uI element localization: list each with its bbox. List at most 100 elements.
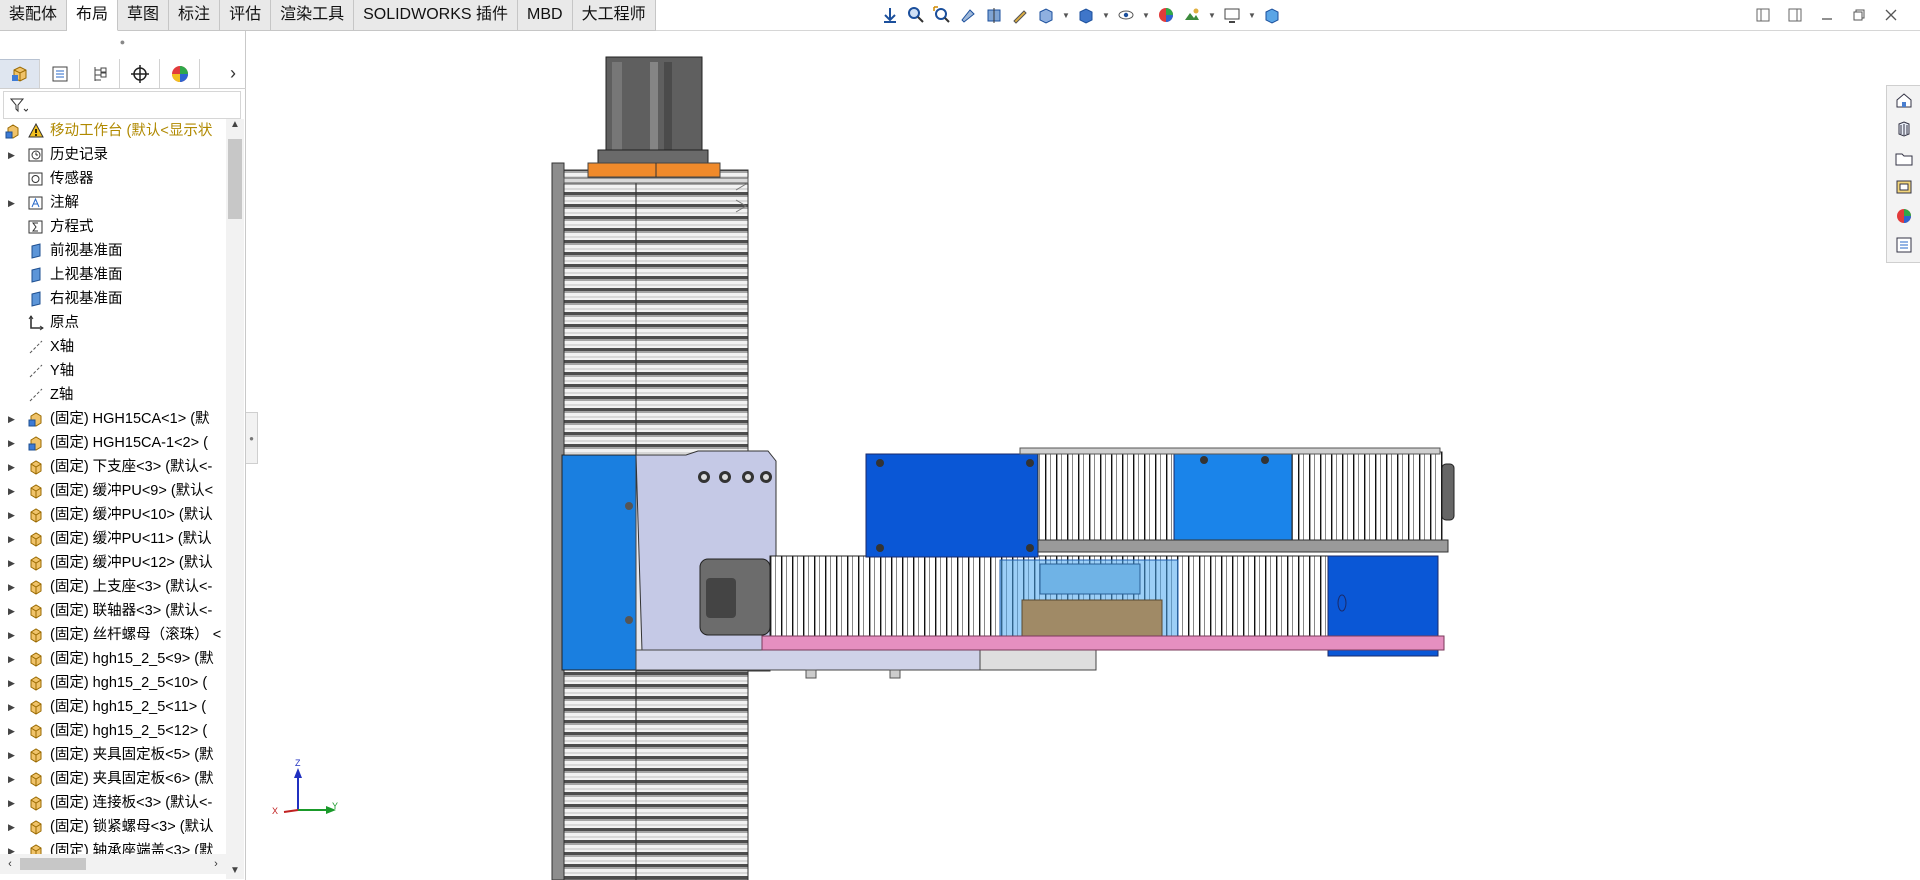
expand-arrow-icon[interactable]: ▶ xyxy=(8,647,15,671)
tree-item[interactable]: ▶ (固定) 缓冲PU<9> (默认< xyxy=(0,479,226,503)
expand-arrow-icon[interactable]: ▶ xyxy=(8,695,15,719)
tree-item[interactable]: 原点 xyxy=(0,311,226,335)
chevron-down-icon[interactable]: ▼ xyxy=(226,865,244,879)
tree-item[interactable]: ▶ (固定) 锁紧螺母<3> (默认 xyxy=(0,815,226,839)
edit-appearance-icon[interactable] xyxy=(1156,5,1176,25)
tree-item[interactable]: ▶ (固定) 缓冲PU<10> (默认 xyxy=(0,503,226,527)
chevron-right-icon[interactable]: › xyxy=(208,854,224,874)
property-manager-icon[interactable] xyxy=(40,59,80,88)
tree-item[interactable]: ▶ (固定) 联轴器<3> (默认<- xyxy=(0,599,226,623)
tab-0[interactable]: 装配体 xyxy=(0,0,68,31)
tree-item[interactable]: ▶ (固定) hgh15_2_5<11> ( xyxy=(0,695,226,719)
apply-scene-dropdown[interactable]: ▼ xyxy=(1208,5,1216,25)
view-orient-icon[interactable] xyxy=(880,5,900,25)
tree-item[interactable]: ▶ (固定) hgh15_2_5<10> ( xyxy=(0,671,226,695)
tab-1[interactable]: 布局 xyxy=(67,0,119,31)
view-palette-icon[interactable] xyxy=(1893,176,1915,198)
dimxpert-icon[interactable] xyxy=(120,59,160,88)
expand-arrow-icon[interactable]: ▶ xyxy=(8,719,15,743)
expand-arrow-icon[interactable]: ▶ xyxy=(8,671,15,695)
tab-7[interactable]: MBD xyxy=(518,0,573,31)
section-view-icon[interactable] xyxy=(984,5,1004,25)
feature-filter-input[interactable] xyxy=(3,91,241,119)
tree-item[interactable]: ▶ (固定) 连接板<3> (默认<- xyxy=(0,791,226,815)
expand-arrow-icon[interactable]: ▶ xyxy=(8,191,15,215)
design-library-icon[interactable] xyxy=(1893,118,1915,140)
apply-scene-icon[interactable] xyxy=(1182,5,1202,25)
tree-item[interactable]: ▶ (固定) 夹具固定板<5> (默 xyxy=(0,743,226,767)
tree-vertical-scrollbar[interactable]: ▲ ▼ xyxy=(226,119,244,879)
chevron-left-icon[interactable]: ‹ xyxy=(2,854,18,874)
zoom-to-fit-icon[interactable] xyxy=(906,5,926,25)
tree-item[interactable]: ▶ (固定) 缓冲PU<12> (默认 xyxy=(0,551,226,575)
feature-manager-icon[interactable] xyxy=(0,59,40,88)
tab-4[interactable]: 评估 xyxy=(220,0,272,31)
tree-item[interactable]: ▶ (固定) HGH15CA<1> (默 xyxy=(0,407,226,431)
view-orientation-dropdown[interactable]: ▼ xyxy=(1062,5,1070,25)
tree-item[interactable]: X轴 xyxy=(0,335,226,359)
tab-6[interactable]: SOLIDWORKS 插件 xyxy=(354,0,519,31)
tab-3[interactable]: 标注 xyxy=(169,0,221,31)
display-style-dropdown[interactable]: ▼ xyxy=(1102,5,1110,25)
tab-5[interactable]: 渲染工具 xyxy=(271,0,355,31)
zoom-area-icon[interactable] xyxy=(932,5,952,25)
tree-item[interactable]: ▶ (固定) 缓冲PU<11> (默认 xyxy=(0,527,226,551)
expand-arrow-icon[interactable]: ▶ xyxy=(8,551,15,575)
dynamic-annotation-icon[interactable] xyxy=(1010,5,1030,25)
expand-arrow-icon[interactable]: ▶ xyxy=(8,815,15,839)
display-icon[interactable] xyxy=(1262,5,1282,25)
tree-item[interactable]: ▶ (固定) hgh15_2_5<12> ( xyxy=(0,719,226,743)
tree-item[interactable]: 上视基准面 xyxy=(0,263,226,287)
graphics-area[interactable] xyxy=(0,0,1920,880)
minimize-icon[interactable] xyxy=(1816,4,1838,26)
tree-item[interactable]: ▶ (固定) hgh15_2_5<9> (默 xyxy=(0,647,226,671)
chevron-right-icon[interactable]: › xyxy=(230,63,236,84)
file-explorer-icon[interactable] xyxy=(1893,147,1915,169)
scrollbar-thumb[interactable] xyxy=(20,858,86,870)
expand-arrow-icon[interactable]: ▶ xyxy=(8,407,15,431)
display-manager-icon[interactable] xyxy=(160,59,200,88)
tree-root-assembly[interactable]: 移动工作台 (默认<显示状 xyxy=(0,119,226,143)
hide-show-dropdown[interactable]: ▼ xyxy=(1142,5,1150,25)
tab-2[interactable]: 草图 xyxy=(118,0,170,31)
expand-arrow-icon[interactable]: ▶ xyxy=(8,503,15,527)
expand-arrow-icon[interactable]: ▶ xyxy=(8,479,15,503)
close-icon[interactable] xyxy=(1880,4,1902,26)
tree-horizontal-scrollbar[interactable]: ‹ › xyxy=(0,854,226,874)
tree-item[interactable]: Z轴 xyxy=(0,383,226,407)
tree-item[interactable]: ▶ (固定) HGH15CA-1<2> ( xyxy=(0,431,226,455)
expand-arrow-icon[interactable]: ▶ xyxy=(8,575,15,599)
solidworks-resources-icon[interactable] xyxy=(1893,89,1915,111)
expand-arrow-icon[interactable]: ▶ xyxy=(8,767,15,791)
custom-properties-icon[interactable] xyxy=(1893,234,1915,256)
scrollbar-thumb[interactable] xyxy=(228,139,242,219)
view-orientation-icon[interactable] xyxy=(1036,5,1056,25)
expand-arrow-icon[interactable]: ▶ xyxy=(8,143,15,167)
expand-arrow-icon[interactable]: ▶ xyxy=(8,527,15,551)
configuration-manager-icon[interactable] xyxy=(80,59,120,88)
tree-item[interactable]: ▶ (固定) 夹具固定板<6> (默 xyxy=(0,767,226,791)
tree-item[interactable]: 传感器 xyxy=(0,167,226,191)
tree-item[interactable]: ▶ 注解 xyxy=(0,191,226,215)
tree-item[interactable]: Y轴 xyxy=(0,359,226,383)
view-settings-dropdown[interactable]: ▼ xyxy=(1248,5,1256,25)
tree-item[interactable]: ▶ (固定) 上支座<3> (默认<- xyxy=(0,575,226,599)
tree-item[interactable]: 方程式 xyxy=(0,215,226,239)
tree-item[interactable]: 右视基准面 xyxy=(0,287,226,311)
appearances-icon[interactable] xyxy=(1893,205,1915,227)
tree-item[interactable]: ▶ (固定) 下支座<3> (默认<- xyxy=(0,455,226,479)
tree-item[interactable]: ▶ 历史记录 xyxy=(0,143,226,167)
panel-grip-icon[interactable]: ● xyxy=(0,31,245,51)
expand-arrow-icon[interactable]: ▶ xyxy=(8,623,15,647)
display-style-icon[interactable] xyxy=(1076,5,1096,25)
expand-arrow-icon[interactable]: ▶ xyxy=(8,791,15,815)
expand-arrow-icon[interactable]: ▶ xyxy=(8,599,15,623)
expand-arrow-icon[interactable]: ▶ xyxy=(8,431,15,455)
tile-left-icon[interactable] xyxy=(1752,4,1774,26)
expand-arrow-icon[interactable]: ▶ xyxy=(8,743,15,767)
tree-item[interactable]: ▶ (固定) 丝杆螺母（滚珠） < xyxy=(0,623,226,647)
chevron-up-icon[interactable]: ▲ xyxy=(226,119,244,133)
hide-show-icon[interactable] xyxy=(1116,5,1136,25)
panel-collapse-handle[interactable]: ● xyxy=(246,412,258,464)
previous-view-icon[interactable] xyxy=(958,5,978,25)
